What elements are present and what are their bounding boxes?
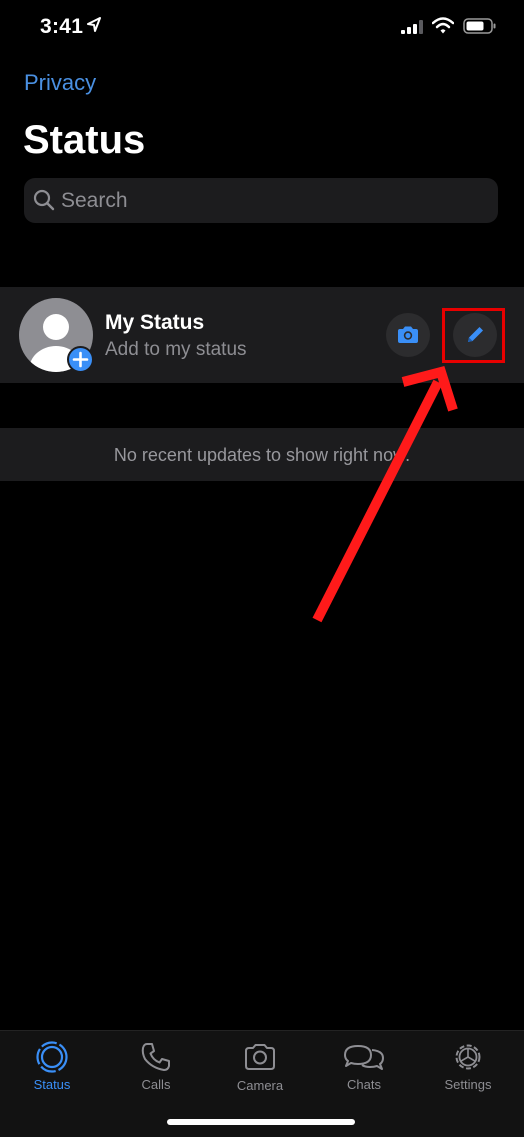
tab-chats-label: Chats	[347, 1077, 381, 1092]
tab-camera[interactable]: Camera	[208, 1031, 312, 1101]
tab-status-label: Status	[33, 1077, 71, 1092]
phone-icon	[141, 1043, 170, 1071]
status-icon	[36, 1041, 68, 1073]
camera-icon	[245, 1044, 275, 1070]
tab-settings[interactable]: Settings	[416, 1031, 520, 1101]
tab-calls-label: Calls	[141, 1077, 171, 1092]
tab-chats[interactable]: Chats	[312, 1031, 416, 1101]
annotation-arrow-icon	[312, 365, 458, 623]
tab-settings-label: Settings	[444, 1077, 492, 1092]
tab-calls[interactable]: Calls	[104, 1031, 208, 1101]
tab-camera-label: Camera	[236, 1078, 284, 1093]
home-indicator[interactable]	[167, 1119, 355, 1125]
gear-icon	[455, 1044, 481, 1070]
chat-bubbles-icon	[344, 1045, 384, 1070]
tab-status[interactable]: Status	[0, 1031, 104, 1101]
